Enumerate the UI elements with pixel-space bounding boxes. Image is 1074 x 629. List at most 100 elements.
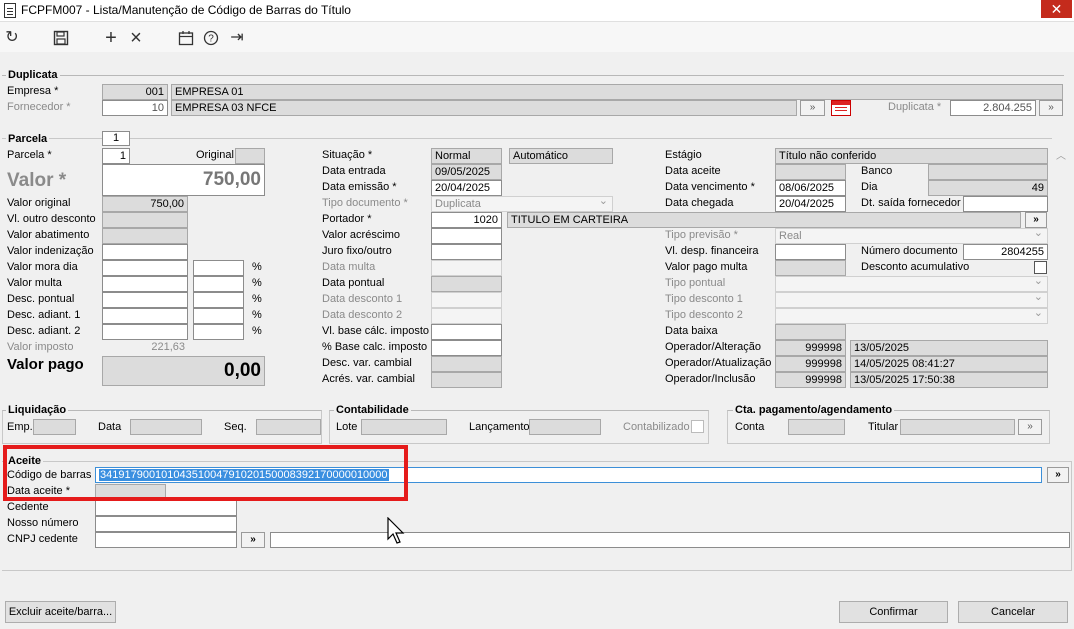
cta-title: Cta. pagamento/agendamento: [733, 404, 895, 416]
data-emissao-field[interactable]: 20/04/2025: [431, 180, 502, 196]
cancelar-button[interactable]: Cancelar: [958, 601, 1068, 623]
cnpj-browse-button[interactable]: »: [241, 532, 265, 548]
empresa-code-field[interactable]: 001: [102, 84, 168, 100]
tipo-desconto-1-select[interactable]: [775, 292, 1048, 308]
parcela-field[interactable]: 1: [102, 148, 130, 164]
valor-indenizacao-label: Valor indenização: [7, 245, 94, 257]
duplicata-browse-button[interactable]: »: [1039, 100, 1063, 116]
original-field: [235, 148, 265, 164]
op-inclusao-date: 13/05/2025 17:50:38: [850, 372, 1048, 388]
data-aceite-label: Data aceite: [665, 165, 721, 177]
valor-mora-dia-pct-field[interactable]: [193, 260, 244, 276]
vl-desp-fin-field[interactable]: [775, 244, 846, 260]
dt-saida-field[interactable]: [963, 196, 1048, 212]
window-close-button[interactable]: ✕: [1041, 0, 1072, 18]
parcela-separator: [2, 138, 1052, 139]
parcela-tab[interactable]: 1: [102, 131, 130, 146]
parcela-label: Parcela *: [7, 149, 52, 161]
codigo-barras-browse-button[interactable]: »: [1047, 467, 1069, 483]
tipo-documento-label: Tipo documento *: [322, 197, 408, 209]
desc-adiant-1-pct-field[interactable]: [193, 308, 244, 324]
duplicata-value-field[interactable]: 2.804.255: [950, 100, 1036, 116]
valor-multa-pct-field[interactable]: [193, 276, 244, 292]
data-desconto-1-field[interactable]: [431, 292, 502, 308]
pct-label: %: [252, 325, 262, 337]
tipo-documento-select[interactable]: Duplicata: [431, 196, 613, 212]
op-alteracao-code: 999998: [775, 340, 846, 356]
cedente-field[interactable]: [95, 500, 237, 516]
svg-text:?: ?: [208, 34, 214, 45]
data-desconto-2-label: Data desconto 2: [322, 309, 403, 321]
valor-mora-dia-field[interactable]: [102, 260, 188, 276]
desc-adiant-2-field[interactable]: [102, 324, 188, 340]
data-desconto-2-field[interactable]: [431, 308, 502, 324]
help-icon[interactable]: ?: [201, 28, 221, 48]
portador-browse-button[interactable]: »: [1025, 212, 1047, 228]
excluir-aceite-button[interactable]: Excluir aceite/barra...: [5, 601, 116, 623]
acres-var-cambial-label: Acrés. var. cambial: [322, 373, 415, 385]
desc-adiant-2-pct-field[interactable]: [193, 324, 244, 340]
empresa-name-field: EMPRESA 01: [171, 84, 1063, 100]
valor-imposto-label: Valor imposto: [7, 341, 74, 353]
portador-code-field[interactable]: 1020: [431, 212, 502, 228]
data-aceite-right-field: [775, 164, 846, 180]
valor-indenizacao-field[interactable]: [102, 244, 188, 260]
data-baixa-label: Data baixa: [665, 325, 718, 337]
conta-field: [788, 419, 845, 435]
fornecedor-code-field[interactable]: 10: [102, 100, 168, 116]
desc-adiant-1-field[interactable]: [102, 308, 188, 324]
desconto-acumulativo-checkbox[interactable]: [1034, 261, 1047, 274]
highlight-box: [3, 445, 408, 501]
valor-field[interactable]: 750,00: [102, 164, 265, 196]
tipo-desconto-2-label: Tipo desconto 2: [665, 309, 743, 321]
op-atualizacao-date: 14/05/2025 08:41:27: [850, 356, 1048, 372]
tipo-desconto-2-select[interactable]: [775, 308, 1048, 324]
juro-fixo-field[interactable]: [431, 244, 502, 260]
tipo-pontual-select[interactable]: [775, 276, 1048, 292]
data-desconto-1-label: Data desconto 1: [322, 293, 403, 305]
scroll-up-icon[interactable]: ︿: [1056, 150, 1066, 164]
add-icon[interactable]: +: [101, 28, 121, 48]
data-multa-field[interactable]: [431, 260, 502, 276]
valor-multa-field[interactable]: [102, 276, 188, 292]
calendar-icon[interactable]: [176, 28, 196, 48]
pct-base-calc-field[interactable]: [431, 340, 502, 356]
refresh-icon[interactable]: ↻: [2, 28, 22, 48]
cnpj-cedente-field[interactable]: [95, 532, 237, 548]
fornecedor-name-field: EMPRESA 03 NFCE: [171, 100, 797, 116]
portador-name-field: TITULO EM CARTEIRA: [507, 212, 1021, 228]
tipo-previsao-select[interactable]: Real: [775, 228, 1048, 244]
desc-adiant-1-label: Desc. adiant. 1: [7, 309, 81, 321]
juro-fixo-label: Juro fixo/outro: [322, 245, 392, 257]
confirmar-button[interactable]: Confirmar: [839, 601, 948, 623]
tipo-desconto-1-label: Tipo desconto 1: [665, 293, 743, 305]
pct-label: %: [252, 293, 262, 305]
desc-pontual-pct-field[interactable]: [193, 292, 244, 308]
op-atualizacao-label: Operador/Atualização: [665, 357, 772, 369]
contabilizado-checkbox[interactable]: [691, 420, 704, 433]
op-alteracao-date: 13/05/2025: [850, 340, 1048, 356]
numero-doc-field[interactable]: 2804255: [963, 244, 1048, 260]
exit-icon[interactable]: ⇥: [227, 28, 247, 48]
automatico-field: Automático: [509, 148, 613, 164]
desc-pontual-field[interactable]: [102, 292, 188, 308]
empresa-label: Empresa *: [7, 85, 59, 97]
valor-abatimento-label: Valor abatimento: [7, 229, 90, 241]
close-x-icon[interactable]: ×: [126, 28, 146, 48]
save-icon[interactable]: [51, 28, 71, 48]
vl-base-calc-field[interactable]: [431, 324, 502, 340]
duplicata-title: Duplicata: [6, 69, 60, 81]
fornecedor-browse-button[interactable]: »: [800, 100, 825, 116]
vl-desp-fin-label: Vl. desp. financeira: [665, 245, 759, 257]
red-calendar-icon[interactable]: [831, 100, 851, 116]
valor-acrescimo-field[interactable]: [431, 228, 502, 244]
data-chegada-field[interactable]: 20/04/2025: [775, 196, 846, 212]
data-vencimento-field[interactable]: 08/06/2025: [775, 180, 846, 196]
op-atualizacao-code: 999998: [775, 356, 846, 372]
nosso-numero-field[interactable]: [95, 516, 237, 532]
titular-browse-button[interactable]: »: [1018, 419, 1042, 435]
window-title: FCPFM007 - Lista/Manutenção de Código de…: [21, 3, 351, 17]
title-bar: FCPFM007 - Lista/Manutenção de Código de…: [0, 0, 1074, 22]
liq-data-label: Data: [98, 421, 122, 433]
data-chegada-label: Data chegada: [665, 197, 734, 209]
